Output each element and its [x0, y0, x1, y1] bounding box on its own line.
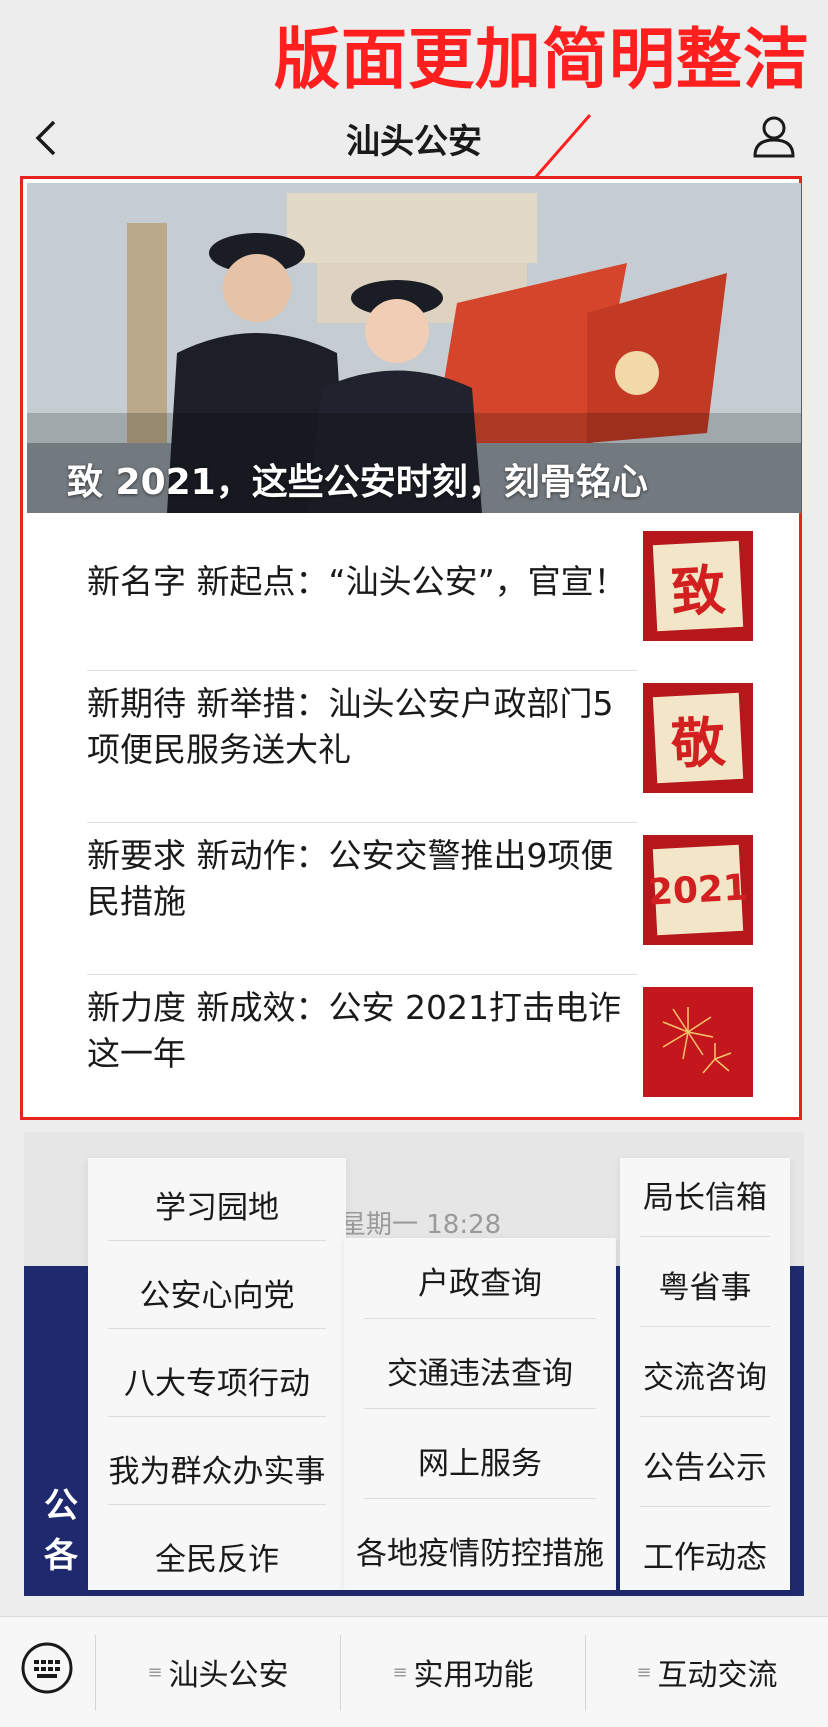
menu-item[interactable]: 交流咨询 — [620, 1352, 790, 1397]
news-item[interactable]: 新期待 新举措：汕头公安户政部门5项便民服务送大礼 敬 — [63, 671, 763, 823]
menu-left: 学习园地 公安心向党 八大专项行动 我为群众办实事 全民反诈 — [88, 1158, 346, 1590]
news-thumbnail: 2021 — [643, 835, 753, 945]
news-title: 新要求 新动作：公安交警推出9项便民措施 — [87, 836, 614, 921]
banner[interactable]: 致 2021，这些公安时刻，刻骨铭心 — [27, 183, 801, 513]
thumb-label: 2021 — [647, 844, 749, 936]
background-text: 各 — [44, 1536, 78, 1576]
news-item[interactable]: 新力度 新成效：公安 2021打击电诈这一年 — [63, 975, 763, 1127]
divider — [640, 1236, 770, 1237]
thumb-label: 致 — [652, 540, 744, 632]
menu-bars-icon: ≡ — [392, 1661, 408, 1683]
menu-item[interactable]: 工作动态 — [620, 1532, 790, 1577]
divider — [364, 1498, 596, 1499]
divider — [108, 1240, 326, 1241]
tab-label: 汕头公安 — [168, 1658, 289, 1693]
news-item[interactable]: 新名字 新起点：“汕头公安”，官宣！ 致 — [63, 519, 763, 671]
bottom-tab-bar: ≡ 汕头公安 ≡ 实用功能 ≡ 互动交流 — [0, 1616, 828, 1727]
menu-item[interactable]: 各地疫情防控措施 — [344, 1528, 616, 1573]
fireworks-thumbnail — [643, 987, 753, 1097]
thumb-label: 敬 — [652, 692, 744, 784]
menu-bars-icon: ≡ — [636, 1661, 652, 1683]
news-title: 新期待 新举措：汕头公安户政部门5项便民服务送大礼 — [87, 684, 614, 769]
menu-item[interactable]: 我为群众办实事 — [88, 1446, 346, 1491]
menu-middle: 户政查询 交通违法查询 网上服务 各地疫情防控措施 — [344, 1238, 616, 1590]
menu-item[interactable]: 交通违法查询 — [344, 1348, 616, 1393]
article-card: 致 2021，这些公安时刻，刻骨铭心 新名字 新起点：“汕头公安”，官宣！ 致 … — [20, 176, 802, 1120]
tab-practical-functions[interactable]: ≡ 实用功能 — [341, 1617, 585, 1727]
menu-item[interactable]: 公安心向党 — [88, 1270, 346, 1315]
divider — [640, 1326, 770, 1327]
menu-bars-icon: ≡ — [147, 1661, 163, 1683]
news-item[interactable]: 新要求 新动作：公安交警推出9项便民措施 2021 — [63, 823, 763, 975]
divider — [640, 1416, 770, 1417]
menu-right: 局长信箱 粤省事 交流咨询 公告公示 工作动态 — [620, 1158, 790, 1590]
divider — [640, 1506, 770, 1507]
divider — [108, 1504, 326, 1505]
navbar: 汕头公安 — [0, 96, 828, 180]
news-thumbnail: 致 — [643, 531, 753, 641]
menu-item[interactable]: 局长信箱 — [620, 1172, 790, 1217]
menu-item[interactable]: 全民反诈 — [88, 1534, 346, 1579]
menu-item[interactable]: 八大专项行动 — [88, 1358, 346, 1403]
tab-interaction[interactable]: ≡ 互动交流 — [586, 1617, 828, 1727]
divider — [108, 1416, 326, 1417]
news-title: 新力度 新成效：公安 2021打击电诈这一年 — [87, 988, 621, 1073]
tab-label: 互动交流 — [657, 1658, 778, 1693]
menu-item[interactable]: 户政查询 — [344, 1258, 616, 1303]
news-title: 新名字 新起点：“汕头公安”，官宣！ — [87, 562, 627, 601]
divider — [364, 1318, 596, 1319]
fireworks-icon — [662, 1007, 732, 1074]
menu-item[interactable]: 网上服务 — [344, 1438, 616, 1483]
annotation-label: 版面更加简明整洁 — [274, 21, 810, 98]
background-text: 公 — [44, 1486, 78, 1526]
banner-caption: 致 2021，这些公安时刻，刻骨铭心 — [67, 462, 648, 503]
menu-item[interactable]: 学习园地 — [88, 1182, 346, 1227]
tab-label: 实用功能 — [413, 1658, 534, 1693]
divider — [108, 1328, 326, 1329]
page-title: 汕头公安 — [346, 122, 482, 162]
user-icon[interactable] — [750, 112, 798, 160]
news-thumbnail: 敬 — [643, 683, 753, 793]
timestamp: 星期一 18:28 — [340, 1210, 502, 1240]
tab-shantou-police[interactable]: ≡ 汕头公安 — [96, 1617, 340, 1727]
menu-item[interactable]: 粤省事 — [620, 1262, 790, 1307]
keyboard-icon[interactable] — [20, 1641, 74, 1695]
divider — [364, 1408, 596, 1409]
menu-item[interactable]: 公告公示 — [620, 1442, 790, 1487]
